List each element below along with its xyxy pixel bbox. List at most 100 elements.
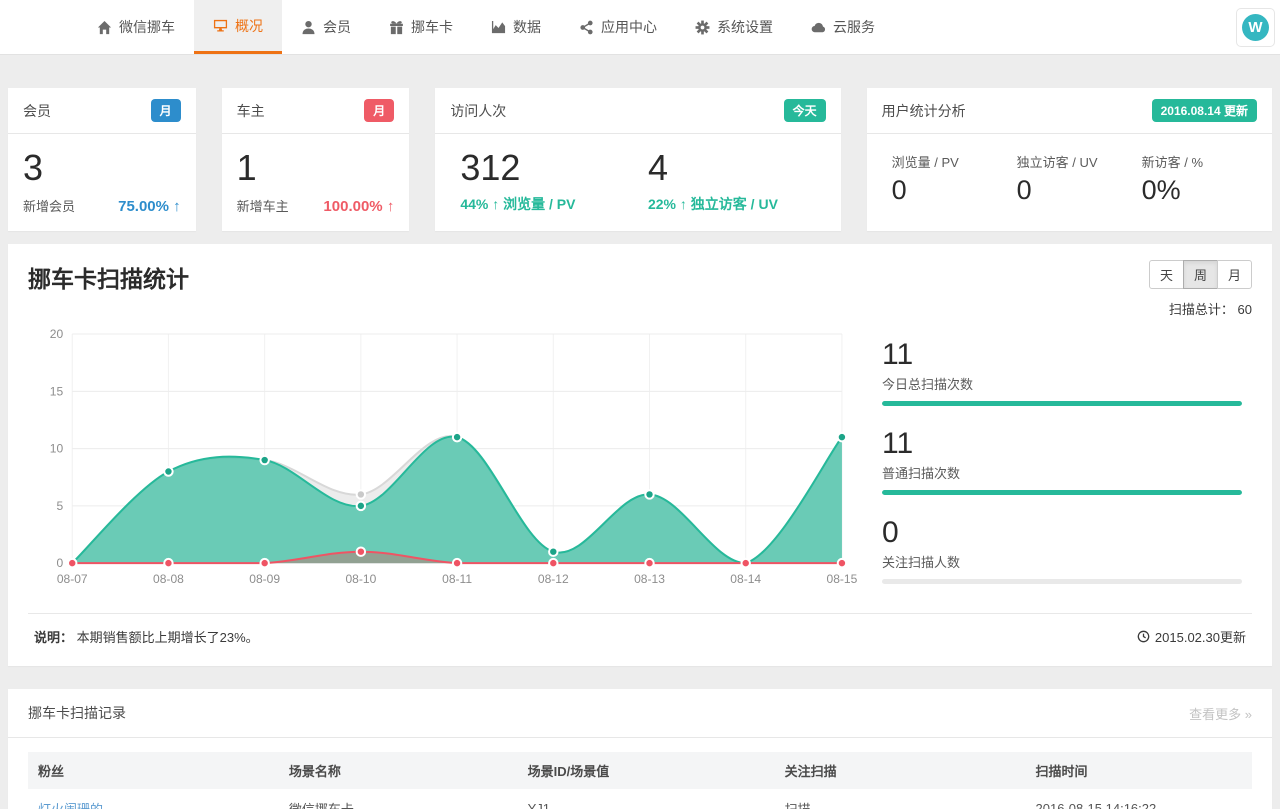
nav-item-label: 数据 — [513, 17, 541, 37]
svg-text:15: 15 — [50, 385, 64, 399]
records-header-row: 粉丝 场景名称 场景ID/场景值 关注扫描 扫描时间 — [28, 752, 1252, 789]
nav-item-cloud[interactable]: 云服务 — [792, 0, 894, 54]
svg-text:0: 0 — [56, 557, 63, 571]
view-more-link[interactable]: 查看更多 » — [1189, 704, 1252, 723]
scene-name-cell: 微信挪车卡 — [279, 789, 518, 809]
svg-text:08-11: 08-11 — [442, 573, 472, 587]
kpi-value: 11 — [882, 338, 1242, 371]
scan-kpi-column: 11 今日总扫描次数 11 普通扫描次数 0 关注扫描人数 — [852, 324, 1252, 605]
owners-card: 车主 月 1 新增车主 100.00% ↑ — [222, 88, 410, 231]
user-stats-title: 用户统计分析 — [882, 101, 966, 121]
members-percent: 75.00% ↑ — [118, 198, 181, 215]
scan-total: 扫描总计： 60 — [1149, 299, 1252, 318]
nav-item-overview[interactable]: 概况 — [194, 0, 282, 54]
nav-item-cards[interactable]: 挪车卡 — [370, 0, 472, 54]
clock-icon — [1137, 630, 1150, 643]
desktop-icon — [213, 18, 228, 33]
col-follow-scan: 关注扫描 — [775, 752, 1026, 789]
svg-text:10: 10 — [50, 442, 64, 456]
scan-updated: 2015.02.30更新 — [1137, 627, 1246, 646]
col-scene-name: 场景名称 — [279, 752, 518, 789]
ustat-new-col: 新访客 / % 0% — [1132, 152, 1257, 206]
nav-item-home[interactable]: 微信挪车 — [78, 0, 194, 54]
follow-scan-cell: 扫描 — [775, 789, 1026, 809]
members-card: 会员 月 3 新增会员 75.00% ↑ — [8, 88, 196, 231]
svg-text:08-08: 08-08 — [153, 573, 184, 587]
home-icon — [97, 20, 112, 35]
nav-item-members[interactable]: 会员 — [282, 0, 370, 54]
cloud-icon — [811, 20, 826, 35]
nav-item-label: 微信挪车 — [119, 17, 175, 37]
owners-percent: 100.00% ↑ — [323, 198, 394, 215]
visits-uv-block: 4 22% ↑ 独立访客 / UV — [638, 147, 826, 214]
area-chart-icon — [491, 20, 506, 35]
ustat-uv-col: 独立访客 / UV 0 — [1007, 152, 1132, 206]
pv-sub-label: 44% ↑ 浏览量 / PV — [460, 194, 638, 214]
records-table: 粉丝 场景名称 场景ID/场景值 关注扫描 扫描时间 灯火阑珊的 微信挪车卡 Y… — [28, 752, 1252, 809]
scene-id-cell: YJ1 — [518, 789, 775, 809]
scan-note: 说明： 本期销售额比上期增长了23%。 — [34, 627, 259, 646]
members-card-title: 会员 — [23, 101, 51, 121]
nav-item-label: 概况 — [235, 16, 263, 36]
up-arrow-icon: ↑ — [387, 198, 395, 215]
fan-link[interactable]: 灯火阑珊的 — [38, 802, 103, 809]
user-stats-card: 用户统计分析 2016.08.14 更新 浏览量 / PV 0 独立访客 / U… — [867, 88, 1272, 231]
ustat-value: 0% — [1142, 175, 1257, 206]
col-scene-id: 场景ID/场景值 — [518, 752, 775, 789]
nav-item-label: 系统设置 — [717, 17, 773, 37]
col-fan: 粉丝 — [28, 752, 279, 789]
scan-stats-panel: 挪车卡扫描统计 天 周 月 扫描总计： 60 0 5 10 15 20 08-07 08-0… — [8, 244, 1272, 666]
members-label: 新增会员 — [23, 196, 75, 215]
stat-cards-row: 会员 月 3 新增会员 75.00% ↑ 车主 月 1 新增车主 100.00% — [8, 88, 1272, 231]
kpi-progress-bar — [882, 579, 1242, 584]
up-arrow-icon: ↑ — [173, 198, 181, 215]
visits-card-title: 访问人次 — [450, 101, 506, 121]
scan-time-cell: 2016-08-15 14:16:22 — [1026, 789, 1252, 809]
nav-item-appcenter[interactable]: 应用中心 — [560, 0, 676, 54]
weengine-logo-icon: W — [1242, 14, 1269, 41]
ustat-pv-col: 浏览量 / PV 0 — [882, 152, 1007, 206]
svg-text:08-12: 08-12 — [538, 573, 569, 587]
kpi-label: 普通扫描次数 — [882, 463, 1242, 482]
kpi-progress-bar — [882, 401, 1242, 406]
top-nav: 微信挪车 概况 会员 挪车卡 数据 应用中心 系统设置 云服务 W — [0, 0, 1280, 55]
ustat-label: 独立访客 / UV — [1017, 152, 1132, 171]
records-title: 挪车卡扫描记录 — [28, 703, 126, 723]
svg-text:08-14: 08-14 — [730, 573, 761, 587]
range-month-button[interactable]: 月 — [1217, 260, 1252, 289]
kpi-today-total: 11 今日总扫描次数 — [882, 338, 1242, 406]
gift-icon — [389, 20, 404, 35]
col-scan-time: 扫描时间 — [1026, 752, 1252, 789]
visits-today-badge: 今天 — [784, 99, 826, 122]
owners-value: 1 — [237, 147, 395, 188]
owners-card-title: 车主 — [237, 101, 265, 121]
nav-item-label: 应用中心 — [601, 17, 657, 37]
kpi-normal-scans: 11 普通扫描次数 — [882, 427, 1242, 495]
kpi-progress-bar — [882, 490, 1242, 495]
kpi-label: 今日总扫描次数 — [882, 374, 1242, 393]
owners-month-badge: 月 — [364, 99, 394, 122]
range-day-button[interactable]: 天 — [1149, 260, 1184, 289]
ustat-label: 浏览量 / PV — [892, 152, 1007, 171]
kpi-follow-scans: 0 关注扫描人数 — [882, 516, 1242, 584]
nav-item-label: 会员 — [323, 17, 351, 37]
kpi-value: 11 — [882, 427, 1242, 460]
ustat-label: 新访客 / % — [1142, 152, 1257, 171]
nav-item-data[interactable]: 数据 — [472, 0, 560, 54]
scan-area-chart: 0510152008-0708-0808-0908-1008-1108-1208… — [28, 324, 852, 605]
svg-text:5: 5 — [56, 499, 63, 513]
nav-item-label: 云服务 — [833, 17, 875, 37]
kpi-label: 关注扫描人数 — [882, 552, 1242, 571]
svg-text:20: 20 — [50, 327, 64, 341]
gear-icon — [695, 20, 710, 35]
pv-value: 312 — [460, 147, 638, 188]
table-row: 灯火阑珊的 微信挪车卡 YJ1 扫描 2016-08-15 14:16:22 — [28, 789, 1252, 809]
share-icon — [579, 20, 594, 35]
weengine-logo-button[interactable]: W — [1236, 8, 1275, 47]
nav-item-settings[interactable]: 系统设置 — [676, 0, 792, 54]
svg-text:08-07: 08-07 — [57, 573, 88, 587]
owners-label: 新增车主 — [237, 196, 289, 215]
scan-panel-title: 挪车卡扫描统计 — [28, 260, 189, 294]
visits-card: 访问人次 今天 312 44% ↑ 浏览量 / PV 4 22% ↑ 独立访客 … — [435, 88, 840, 231]
range-week-button[interactable]: 周 — [1183, 260, 1218, 289]
